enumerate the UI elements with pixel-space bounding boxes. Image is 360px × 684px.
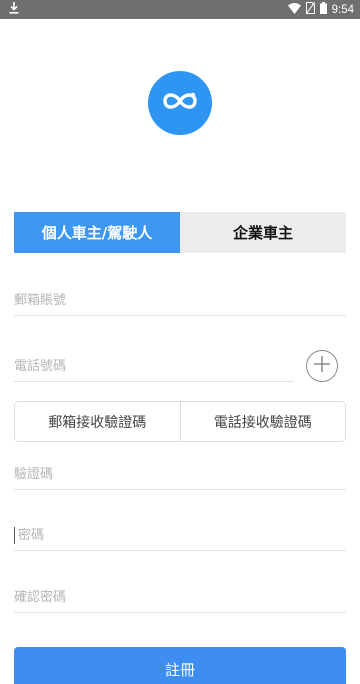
status-time: 9:54 <box>331 3 354 16</box>
password-field[interactable] <box>18 528 346 543</box>
add-phone-button[interactable] <box>306 350 338 382</box>
email-verification-label: 郵箱接收驗證碼 <box>48 414 147 431</box>
phone-verification-button[interactable]: 電話接收驗證碼 <box>179 402 345 441</box>
app-logo <box>148 71 212 135</box>
tab-individual-owner-label: 個人車主/駕駛人 <box>41 224 153 242</box>
phone-verification-label: 電話接收驗證碼 <box>213 414 312 431</box>
battery-icon <box>319 2 327 17</box>
phone-field[interactable] <box>14 359 294 374</box>
code-field-container <box>14 460 346 490</box>
tab-enterprise-owner[interactable]: 企業車主 <box>180 212 346 253</box>
verification-method-group: 郵箱接收驗證碼 電話接收驗證碼 <box>14 401 346 442</box>
confirm-password-field-container <box>14 583 346 613</box>
email-field[interactable] <box>14 293 346 308</box>
text-cursor <box>14 527 15 544</box>
plus-circle-icon <box>313 355 331 377</box>
infinity-icon <box>160 89 200 117</box>
tab-individual-owner[interactable]: 個人車主/駕駛人 <box>14 212 180 253</box>
register-button-label: 註冊 <box>164 661 195 679</box>
download-icon <box>9 2 19 17</box>
account-type-tabs: 個人車主/駕駛人 企業車主 <box>14 212 346 253</box>
password-field-container <box>14 521 346 551</box>
tab-enterprise-owner-label: 企業車主 <box>232 224 293 242</box>
status-bar: 9:54 <box>0 0 360 19</box>
phone-field-container <box>14 352 294 382</box>
email-verification-button[interactable]: 郵箱接收驗證碼 <box>15 402 180 441</box>
email-field-container <box>14 286 346 316</box>
wifi-icon <box>287 2 301 17</box>
verification-code-field[interactable] <box>14 467 346 482</box>
no-sim-icon <box>305 1 316 17</box>
confirm-password-field[interactable] <box>14 590 346 605</box>
register-button[interactable]: 註冊 <box>14 647 346 684</box>
